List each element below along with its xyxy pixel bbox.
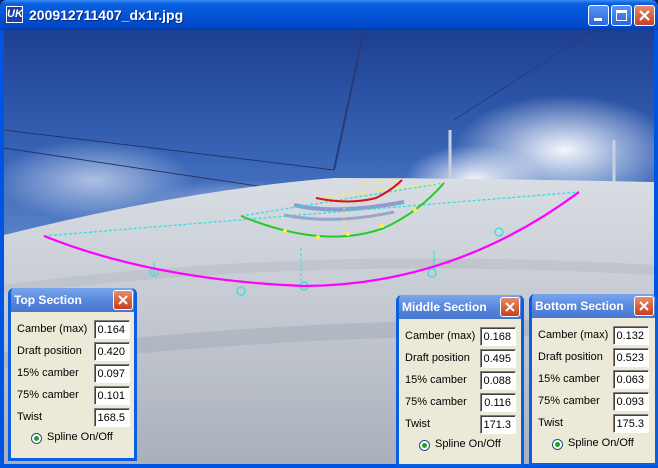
top-section-titlebar[interactable]: Top Section: [11, 288, 134, 312]
camber-max-row: Camber (max) 0.164: [11, 318, 134, 340]
spline-toggle[interactable]: Spline On/Off: [11, 428, 134, 448]
spline-label: Spline On/Off: [47, 431, 113, 443]
camber-max-row: Camber (max) 0.132: [532, 324, 655, 346]
camber-75-row: 75% camber 0.093: [532, 390, 655, 412]
camber-75-row: 75% camber 0.116: [399, 391, 521, 413]
draft-position-row: Draft position 0.495: [399, 347, 521, 369]
camber-15-row: 15% camber 0.097: [11, 362, 134, 384]
camber-max-value: 0.168: [480, 327, 516, 346]
spline-toggle[interactable]: Spline On/Off: [532, 434, 655, 454]
close-icon: [118, 295, 128, 305]
close-icon: [639, 10, 650, 21]
twist-row: Twist 175.3: [532, 412, 655, 434]
spline-radio[interactable]: [552, 439, 563, 450]
camber-15-row: 15% camber 0.088: [399, 369, 521, 391]
camber-max-label: Camber (max): [538, 329, 609, 341]
draft-position-label: Draft position: [405, 352, 470, 364]
camber-15-value: 0.063: [613, 370, 649, 389]
spline-radio[interactable]: [419, 440, 430, 451]
camber-75-value: 0.093: [613, 392, 649, 411]
twist-value: 175.3: [613, 414, 649, 433]
camber-max-label: Camber (max): [17, 323, 88, 335]
bottom-section-close-button[interactable]: [634, 296, 654, 316]
spline-toggle[interactable]: Spline On/Off: [399, 435, 521, 455]
camber-15-value: 0.088: [480, 371, 516, 390]
draft-position-row: Draft position 0.523: [532, 346, 655, 368]
middle-section-title: Middle Section: [402, 300, 487, 314]
camber-75-row: 75% camber 0.101: [11, 384, 134, 406]
spline-radio[interactable]: [31, 433, 42, 444]
camber-75-value: 0.101: [94, 386, 130, 405]
camber-max-value: 0.132: [613, 326, 649, 345]
top-section-title: Top Section: [14, 293, 82, 307]
draft-position-value: 0.495: [480, 349, 516, 368]
camber-max-row: Camber (max) 0.168: [399, 325, 521, 347]
bottom-section-titlebar[interactable]: Bottom Section: [532, 294, 655, 318]
twist-value: 168.5: [94, 408, 130, 427]
twist-label: Twist: [405, 418, 431, 430]
twist-value: 171.3: [480, 415, 516, 434]
middle-section-titlebar[interactable]: Middle Section: [399, 295, 521, 319]
draft-position-value: 0.420: [94, 342, 130, 361]
draft-position-row: Draft position 0.420: [11, 340, 134, 362]
twist-row: Twist 168.5: [11, 406, 134, 428]
close-button[interactable]: [634, 5, 655, 26]
camber-15-row: 15% camber 0.063: [532, 368, 655, 390]
spline-label: Spline On/Off: [435, 438, 501, 450]
camber-max-label: Camber (max): [405, 330, 476, 342]
app-icon[interactable]: UK: [6, 6, 23, 23]
camber-75-label: 75% camber: [17, 389, 79, 401]
title-bar[interactable]: UK 200912711407_dx1r.jpg: [0, 0, 658, 30]
draft-position-label: Draft position: [17, 345, 82, 357]
bottom-section-title: Bottom Section: [535, 299, 624, 313]
top-section-panel: Top Section Camber (max) 0.164 Draft pos…: [8, 288, 137, 461]
camber-max-value: 0.164: [94, 320, 130, 339]
close-icon: [639, 301, 649, 311]
twist-label: Twist: [538, 417, 564, 429]
spline-label: Spline On/Off: [568, 437, 634, 449]
twist-row: Twist 171.3: [399, 413, 521, 435]
middle-section-close-button[interactable]: [500, 297, 520, 317]
window-title: 200912711407_dx1r.jpg: [29, 7, 184, 23]
camber-15-label: 15% camber: [17, 367, 79, 379]
close-icon: [505, 302, 515, 312]
draft-position-label: Draft position: [538, 351, 603, 363]
maximize-icon: [616, 10, 627, 21]
twist-label: Twist: [17, 411, 43, 423]
bottom-section-panel: Bottom Section Camber (max) 0.132 Draft …: [529, 294, 658, 466]
maximize-button[interactable]: [611, 5, 632, 26]
camber-15-label: 15% camber: [538, 373, 600, 385]
camber-75-label: 75% camber: [405, 396, 467, 408]
camber-75-value: 0.116: [480, 393, 516, 412]
middle-section-panel: Middle Section Camber (max) 0.168 Draft …: [396, 295, 524, 467]
camber-15-label: 15% camber: [405, 374, 467, 386]
minimize-button[interactable]: [588, 5, 609, 26]
draft-position-value: 0.523: [613, 348, 649, 367]
minimize-icon: [594, 18, 602, 21]
top-section-close-button[interactable]: [113, 290, 133, 310]
camber-75-label: 75% camber: [538, 395, 600, 407]
camber-15-value: 0.097: [94, 364, 130, 383]
